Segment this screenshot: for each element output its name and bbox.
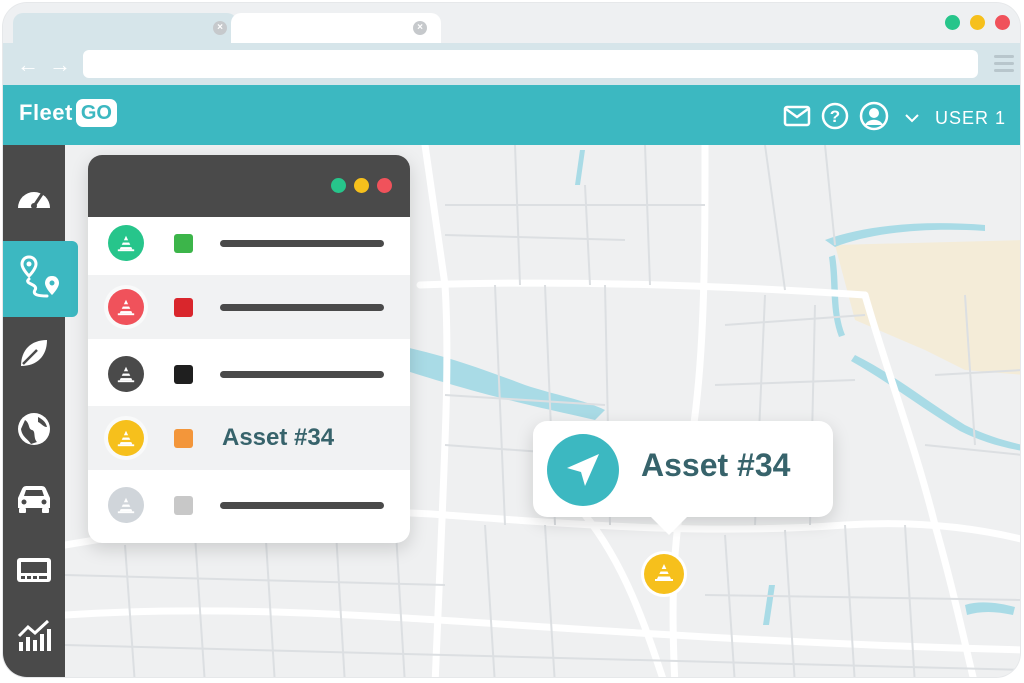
browser-tab-active[interactable]: ×: [231, 13, 441, 43]
logo-badge: GO: [75, 99, 117, 127]
navigation-arrow-icon: [547, 434, 619, 506]
asset-row[interactable]: [88, 275, 410, 339]
cone-icon: [108, 487, 144, 523]
leaf-icon: [17, 336, 51, 375]
asset-color-swatch: [174, 364, 193, 384]
arrow-left-icon[interactable]: ←: [17, 52, 39, 78]
asset-row[interactable]: [88, 342, 410, 406]
asset-name-placeholder: [220, 303, 384, 311]
cone-icon: [108, 289, 144, 325]
asset-callout[interactable]: Asset #34: [533, 421, 833, 535]
callout-label: Asset #34: [641, 447, 791, 483]
asset-name-placeholder: [220, 239, 384, 247]
panel-close-button[interactable]: [377, 178, 392, 193]
arrow-right-icon[interactable]: →: [49, 52, 71, 78]
asset-list-panel: Asset #34: [88, 155, 410, 543]
help-icon[interactable]: ?: [821, 102, 849, 135]
user-menu-label[interactable]: USER 1: [935, 108, 1006, 129]
globe-icon: [16, 411, 52, 452]
close-window-button[interactable]: [995, 15, 1010, 30]
chart-icon: [16, 618, 52, 657]
sidebar-item-reports[interactable]: [3, 607, 65, 667]
cone-icon: [108, 225, 144, 261]
user-icon[interactable]: [859, 101, 889, 136]
sidebar-item-devices[interactable]: [3, 543, 65, 603]
sidebar-item-routes[interactable]: [3, 241, 78, 317]
asset-name: Asset #34: [222, 424, 335, 451]
panel-maximize-button[interactable]: [331, 178, 346, 193]
asset-color-swatch: [174, 297, 193, 317]
header-actions: ? USER 1: [783, 101, 1006, 136]
panel-minimize-button[interactable]: [354, 178, 369, 193]
asset-color-swatch: [174, 495, 193, 515]
display-icon: [15, 555, 53, 592]
route-icon: [19, 254, 63, 305]
sidebar-item-map[interactable]: [3, 401, 65, 461]
asset-row[interactable]: [88, 473, 410, 537]
address-bar-area: ← →: [3, 43, 1020, 85]
panel-header: [88, 155, 410, 217]
close-icon[interactable]: ×: [413, 21, 427, 35]
sidebar-item-eco[interactable]: [3, 325, 65, 385]
minimize-button[interactable]: [970, 15, 985, 30]
asset-color-swatch: [174, 233, 193, 253]
logo-text: Fleet: [19, 100, 73, 125]
asset-marker[interactable]: [644, 554, 684, 594]
asset-color-swatch: [174, 428, 193, 448]
window-controls: [945, 15, 1010, 30]
asset-row-selected[interactable]: Asset #34: [88, 406, 410, 470]
car-icon: [15, 484, 53, 519]
sidebar: [3, 145, 78, 677]
panel-window-controls: [331, 178, 392, 193]
cone-icon: [108, 420, 144, 456]
app-header: Fleet GO ? USER 1: [3, 85, 1020, 145]
chevron-down-icon[interactable]: [905, 110, 919, 128]
sidebar-item-vehicles[interactable]: [3, 471, 65, 531]
close-icon[interactable]: ×: [213, 21, 227, 35]
fleetgo-logo[interactable]: Fleet GO: [19, 99, 117, 127]
browser-tab[interactable]: ×: [13, 13, 237, 43]
cone-icon: [108, 356, 144, 392]
hamburger-icon[interactable]: [994, 55, 1014, 76]
maximize-button[interactable]: [945, 15, 960, 30]
asset-name-placeholder: [220, 370, 384, 378]
tab-bar: × ×: [3, 3, 1020, 43]
asset-row[interactable]: [88, 211, 410, 275]
callout-tail: [651, 517, 687, 535]
url-input[interactable]: [83, 50, 978, 78]
cone-icon: [653, 561, 675, 588]
mail-icon[interactable]: [783, 105, 811, 132]
asset-name-placeholder: [220, 501, 384, 509]
svg-text:?: ?: [830, 107, 840, 126]
speedometer-icon: [15, 182, 53, 217]
sidebar-item-dashboard[interactable]: [3, 169, 65, 229]
